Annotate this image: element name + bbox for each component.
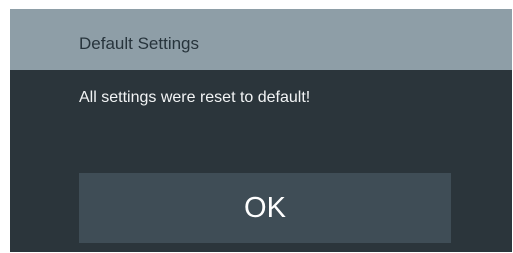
dialog-header: Default Settings — [10, 9, 512, 70]
dialog-title: Default Settings — [79, 34, 200, 53]
ok-button[interactable]: OK — [79, 173, 451, 243]
dialog-message: All settings were reset to default! — [79, 89, 311, 106]
default-settings-dialog: Default Settings All settings were reset… — [10, 9, 512, 252]
